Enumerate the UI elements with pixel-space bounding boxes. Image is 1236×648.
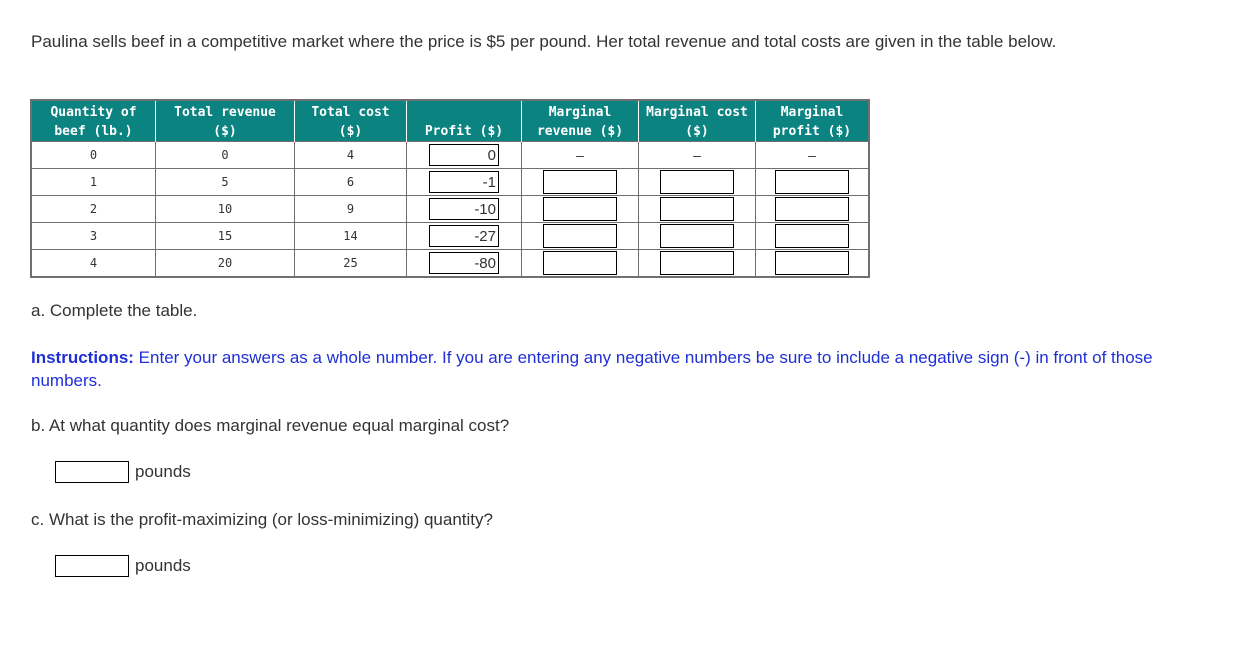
profit-input[interactable]: -1 [429, 171, 499, 193]
instructions-label: Instructions: [31, 348, 134, 367]
problem-intro: Paulina sells beef in a competitive mark… [31, 32, 1057, 51]
header-total-cost: Total cost ($) [294, 100, 407, 142]
quantity-cell: 4 [30, 249, 156, 278]
header-marginal-cost: Marginal cost ($) [638, 100, 756, 142]
header-quantity: Quantity of beef (lb.) [31, 100, 156, 142]
marginal-revenue-cell [521, 222, 639, 250]
part-b-answer-input[interactable] [55, 461, 129, 483]
profit-input[interactable]: 0 [429, 144, 499, 166]
total-cost-cell: 4 [294, 141, 407, 169]
part-c-answer-row: pounds [55, 554, 191, 578]
header-marginal-revenue: Marginal revenue ($) [521, 100, 639, 142]
table-row: 1 5 6 -1 [30, 168, 870, 196]
part-a-question: a. Complete the table. [31, 301, 198, 320]
total-revenue-cell: 15 [155, 222, 295, 250]
marginal-cost-input[interactable] [660, 170, 734, 194]
marginal-cost-cell [638, 249, 756, 278]
total-cost-cell: 14 [294, 222, 407, 250]
profit-cell: -1 [406, 168, 522, 196]
part-c-answer-input[interactable] [55, 555, 129, 577]
part-c-question: c. What is the profit-maximizing (or los… [31, 510, 493, 529]
marginal-cost-cell [638, 195, 756, 223]
header-profit: Profit ($) [406, 100, 522, 142]
profit-cell: -10 [406, 195, 522, 223]
quantity-cell: 1 [30, 168, 156, 196]
instructions: Instructions: Enter your answers as a wh… [31, 346, 1211, 392]
part-c-unit: pounds [135, 556, 191, 575]
instructions-text: Enter your answers as a whole number. If… [31, 348, 1153, 390]
total-cost-cell: 9 [294, 195, 407, 223]
part-b-answer-row: pounds [55, 460, 191, 484]
quantity-cell: 2 [30, 195, 156, 223]
marginal-revenue-input[interactable] [543, 197, 617, 221]
marginal-revenue-cell [521, 168, 639, 196]
marginal-profit-input[interactable] [775, 251, 849, 275]
marginal-revenue-input[interactable] [543, 224, 617, 248]
marginal-revenue-cell: – [521, 141, 639, 169]
total-revenue-cell: 20 [155, 249, 295, 278]
table-header-row: Quantity of beef (lb.) Total revenue ($)… [31, 100, 869, 142]
marginal-revenue-cell [521, 249, 639, 278]
marginal-cost-cell: – [638, 141, 756, 169]
part-b-unit: pounds [135, 462, 191, 481]
marginal-cost-cell [638, 222, 756, 250]
marginal-profit-cell [755, 168, 870, 196]
marginal-cost-dash: – [693, 147, 701, 163]
marginal-cost-input[interactable] [660, 251, 734, 275]
table-row: 2 10 9 -10 [30, 195, 870, 223]
profit-input[interactable]: -80 [429, 252, 499, 274]
profit-cell: -27 [406, 222, 522, 250]
marginal-cost-input[interactable] [660, 224, 734, 248]
table-row: 3 15 14 -27 [30, 222, 870, 250]
part-b-question: b. At what quantity does marginal revenu… [31, 416, 510, 435]
marginal-revenue-cell [521, 195, 639, 223]
total-revenue-cell: 0 [155, 141, 295, 169]
marginal-cost-input[interactable] [660, 197, 734, 221]
marginal-revenue-dash: – [576, 147, 584, 163]
marginal-profit-dash: – [808, 147, 816, 163]
total-revenue-cell: 10 [155, 195, 295, 223]
profit-input[interactable]: -10 [429, 198, 499, 220]
revenue-cost-table: Quantity of beef (lb.) Total revenue ($)… [30, 99, 870, 278]
marginal-revenue-input[interactable] [543, 251, 617, 275]
table-row: 0 0 4 0 – – – [30, 141, 870, 169]
marginal-profit-cell [755, 222, 870, 250]
marginal-revenue-input[interactable] [543, 170, 617, 194]
marginal-profit-cell [755, 195, 870, 223]
marginal-profit-cell [755, 249, 870, 278]
table-row: 4 20 25 -80 [30, 249, 870, 278]
total-cost-cell: 6 [294, 168, 407, 196]
quantity-cell: 3 [30, 222, 156, 250]
total-cost-cell: 25 [294, 249, 407, 278]
total-revenue-cell: 5 [155, 168, 295, 196]
profit-input[interactable]: -27 [429, 225, 499, 247]
marginal-profit-cell: – [755, 141, 870, 169]
profit-cell: -80 [406, 249, 522, 278]
marginal-profit-input[interactable] [775, 197, 849, 221]
marginal-profit-input[interactable] [775, 224, 849, 248]
marginal-cost-cell [638, 168, 756, 196]
header-total-revenue: Total revenue ($) [155, 100, 295, 142]
marginal-profit-input[interactable] [775, 170, 849, 194]
header-marginal-profit: Marginal profit ($) [755, 100, 869, 142]
profit-cell: 0 [406, 141, 522, 169]
quantity-cell: 0 [30, 141, 156, 169]
